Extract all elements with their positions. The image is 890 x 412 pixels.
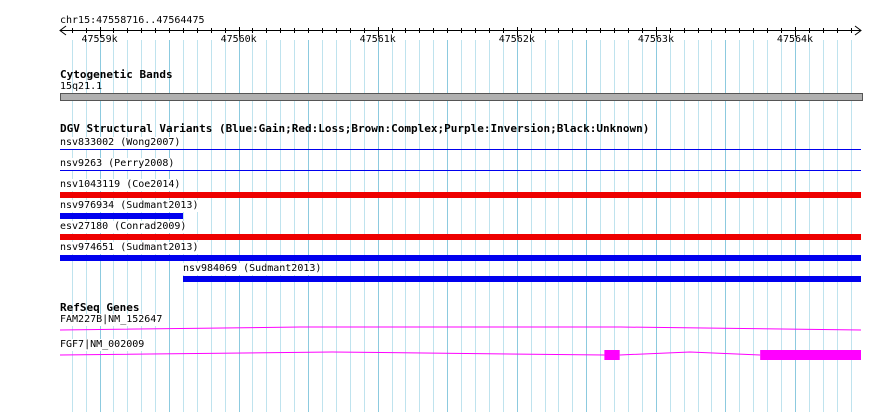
ruler-tick-label: 47564k xyxy=(776,34,814,45)
variant-feature[interactable] xyxy=(60,255,861,261)
ruler[interactable] xyxy=(0,0,890,50)
gene-model[interactable] xyxy=(0,348,890,362)
variant-feature[interactable] xyxy=(182,276,861,282)
dgv-track-title: DGV Structural Variants (Blue:Gain;Red:L… xyxy=(60,122,650,135)
ruler-tick-label: 47561k xyxy=(359,34,396,45)
gene-model[interactable] xyxy=(0,323,890,337)
variant-label: nsv974651 (Sudmant2013) xyxy=(59,242,200,254)
variant-feature[interactable] xyxy=(60,213,183,219)
variant-feature[interactable] xyxy=(60,192,861,198)
variant-label: nsv833002 (Wong2007) xyxy=(59,137,182,149)
ruler-tick-label: 47560k xyxy=(220,34,257,45)
variant-feature[interactable] xyxy=(60,149,861,150)
genome-browser-panel[interactable]: chr15:47558716..47564475 47559k 47560k 475… xyxy=(0,0,890,412)
cytoband-label: 15q21.1 xyxy=(60,81,103,92)
variant-label: nsv976934 (Sudmant2013) xyxy=(59,200,200,212)
variant-feature[interactable] xyxy=(60,234,861,240)
gene-intron xyxy=(59,351,761,356)
variant-label: nsv984069 (Sudmant2013) xyxy=(181,263,323,275)
gene-exon xyxy=(604,350,620,360)
ruler-tick-label: 47563k xyxy=(637,34,674,45)
cytoband-bar[interactable] xyxy=(60,93,863,101)
variant-label: nsv1043119 (Coe2014) xyxy=(59,179,182,191)
ruler-tick-label: 47559k xyxy=(81,34,118,45)
gene-exon xyxy=(760,350,861,360)
cytoband-track-title: Cytogenetic Bands xyxy=(60,68,173,81)
variant-label: nsv9263 (Perry2008) xyxy=(59,158,176,170)
variant-feature[interactable] xyxy=(60,170,861,171)
refseq-track-title: RefSeq Genes xyxy=(60,301,140,314)
variant-label: esv27180 (Conrad2009) xyxy=(59,221,188,233)
ruler-tick-label: 47562k xyxy=(498,34,535,45)
gene-intron xyxy=(59,326,862,331)
